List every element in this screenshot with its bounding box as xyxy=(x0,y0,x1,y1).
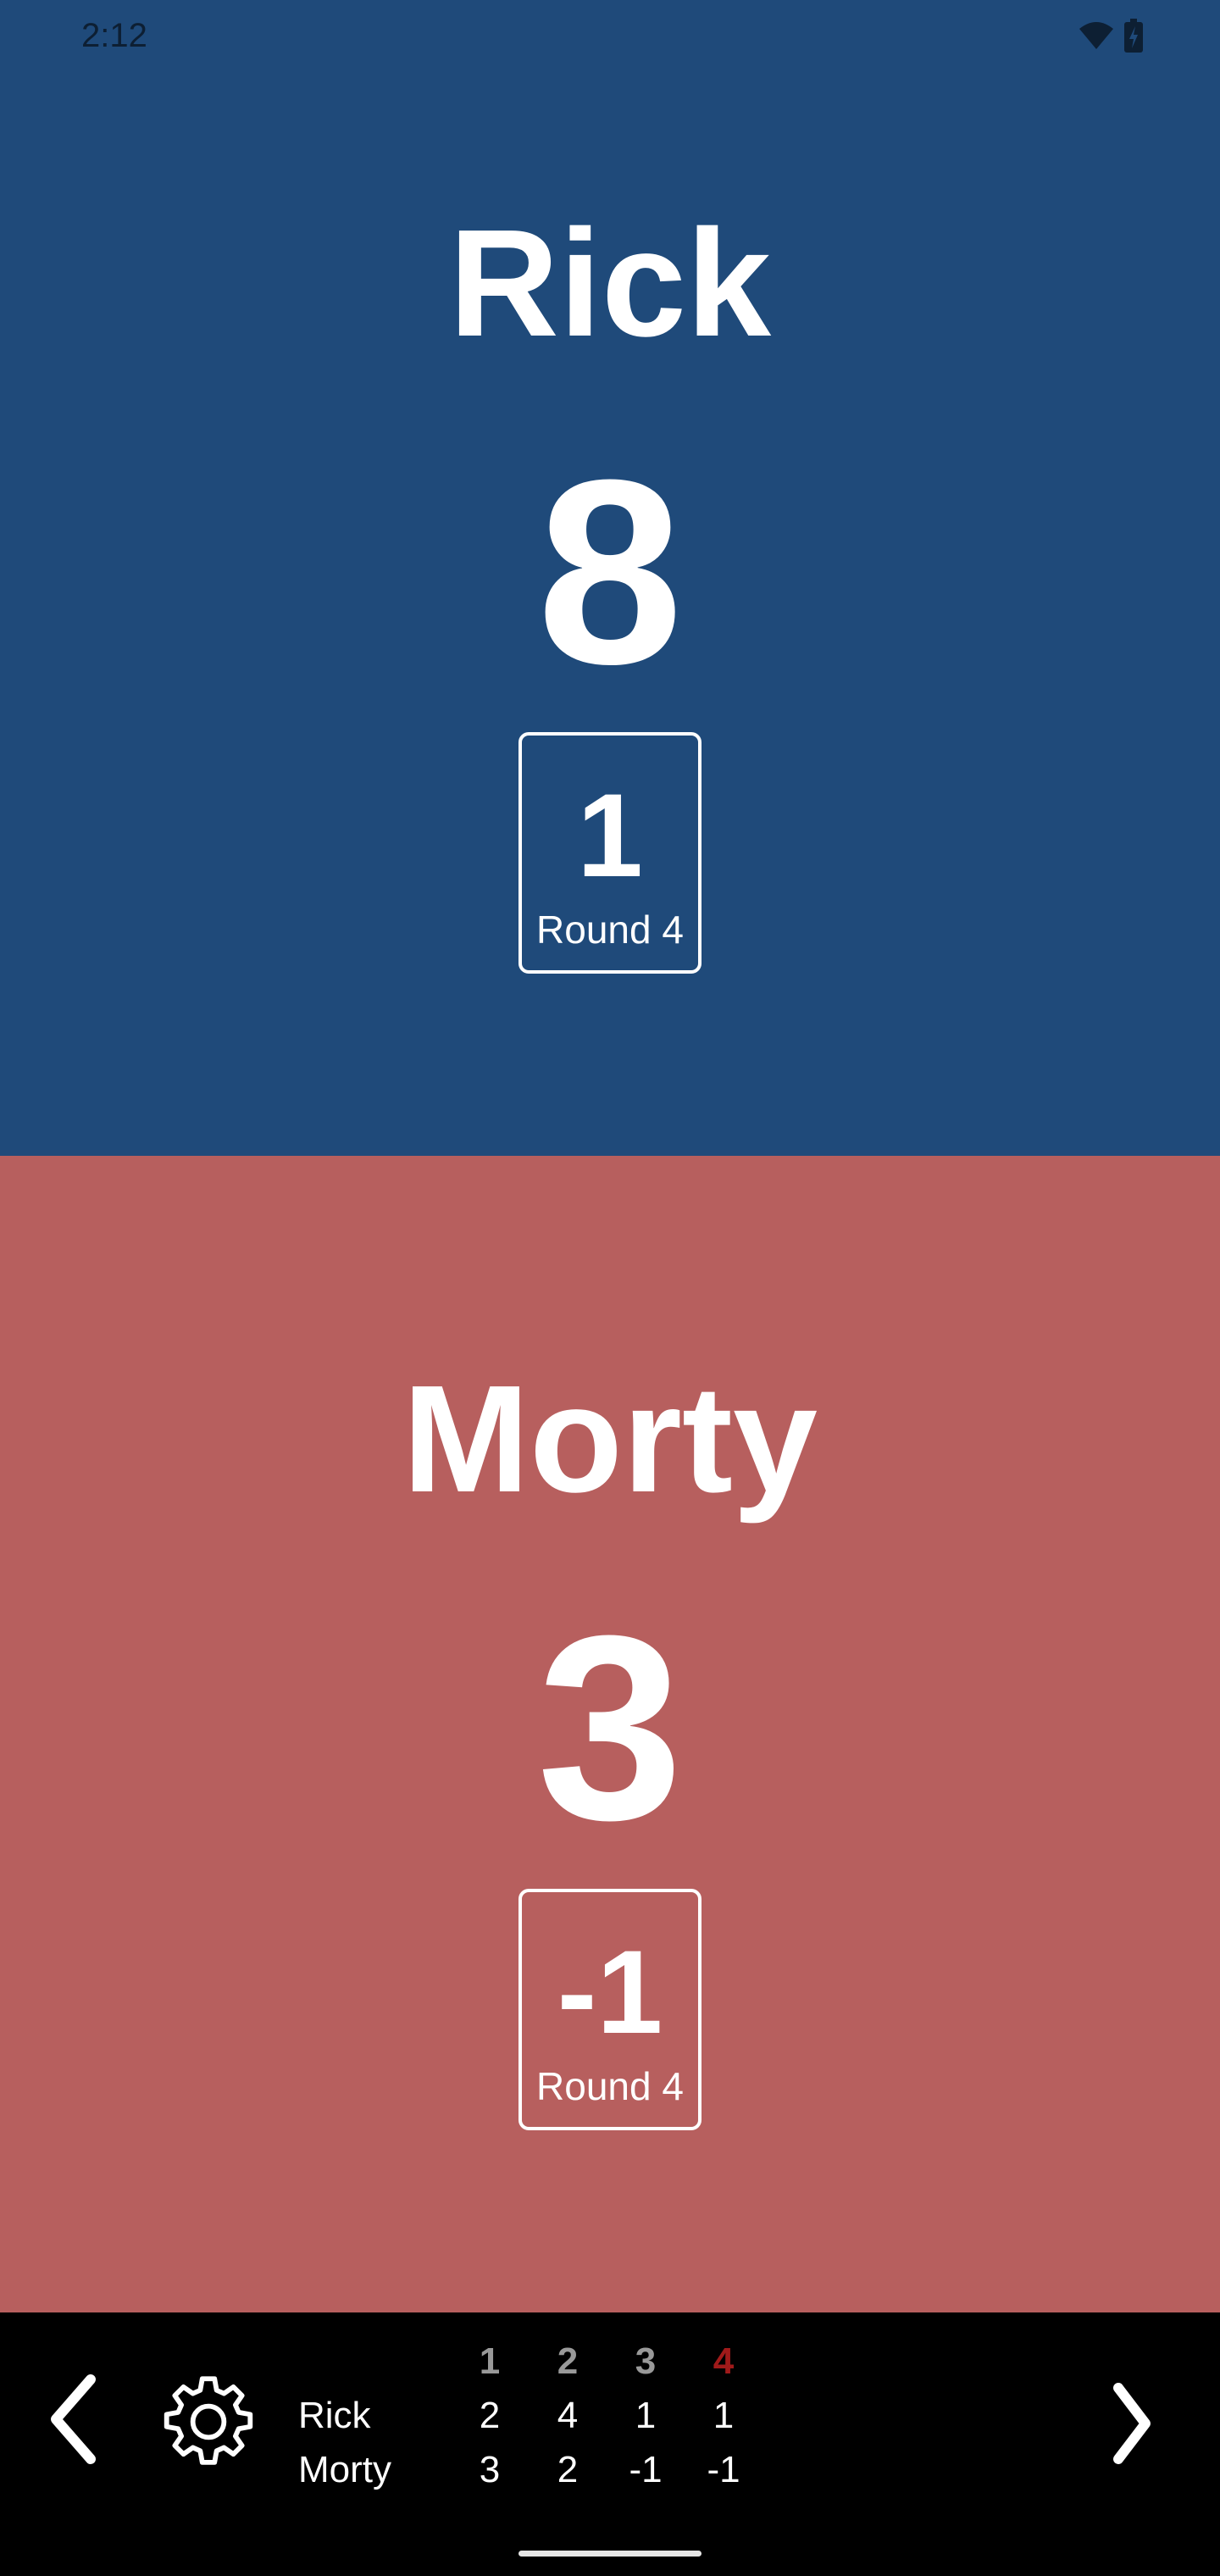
table-row: Rick 2 4 1 1 xyxy=(288,2389,762,2443)
round-value: -1 xyxy=(629,2449,663,2490)
home-indicator[interactable] xyxy=(518,2551,702,2557)
status-time: 2:12 xyxy=(81,17,147,54)
row-player-name: Rick xyxy=(298,2395,371,2436)
round-value: 3 xyxy=(479,2449,501,2490)
round-header: 1 xyxy=(479,2340,501,2382)
row-player-name: Morty xyxy=(298,2449,391,2490)
round-value: 2 xyxy=(557,2449,579,2490)
round-label: Round 4 xyxy=(536,2064,684,2108)
wifi-icon xyxy=(1079,22,1113,49)
round-header: 3 xyxy=(635,2340,657,2382)
round-value: 1 xyxy=(635,2395,657,2436)
round-value: 2 xyxy=(479,2395,501,2436)
round-delta: 1 xyxy=(577,769,643,902)
round-header: 2 xyxy=(557,2340,579,2382)
round-header-current: 4 xyxy=(713,2340,735,2382)
player-score: 3 xyxy=(536,1580,684,1874)
player-panel-morty[interactable]: Morty 3 -1 Round 4 xyxy=(0,1156,1220,2312)
round-value: 4 xyxy=(557,2395,579,2436)
player-name: Rick xyxy=(448,198,772,369)
player-panel-rick[interactable]: 2:12 Rick 8 1 Round 4 xyxy=(0,0,1220,1156)
battery-charging-icon xyxy=(1124,19,1143,53)
round-score-box[interactable]: 1 Round 4 xyxy=(518,732,702,974)
score-history-table: 1 2 3 4 Rick 2 4 1 1 Morty 3 2 -1 -1 xyxy=(288,2334,762,2497)
chevron-left-icon[interactable] xyxy=(44,2373,103,2466)
bottom-bar: 1 2 3 4 Rick 2 4 1 1 Morty 3 2 -1 -1 xyxy=(0,2312,1220,2576)
round-value: 1 xyxy=(713,2395,735,2436)
chevron-right-icon[interactable] xyxy=(1101,2381,1161,2466)
round-delta: -1 xyxy=(557,1925,663,2058)
table-row: Morty 3 2 -1 -1 xyxy=(288,2443,762,2497)
status-bar: 2:12 xyxy=(0,0,1220,72)
round-value: -1 xyxy=(707,2449,740,2490)
player-name: Morty xyxy=(402,1354,818,1524)
round-label: Round 4 xyxy=(536,908,684,952)
player-score: 8 xyxy=(536,425,684,719)
round-score-box[interactable]: -1 Round 4 xyxy=(518,1889,702,2130)
gear-icon[interactable] xyxy=(159,2373,258,2471)
